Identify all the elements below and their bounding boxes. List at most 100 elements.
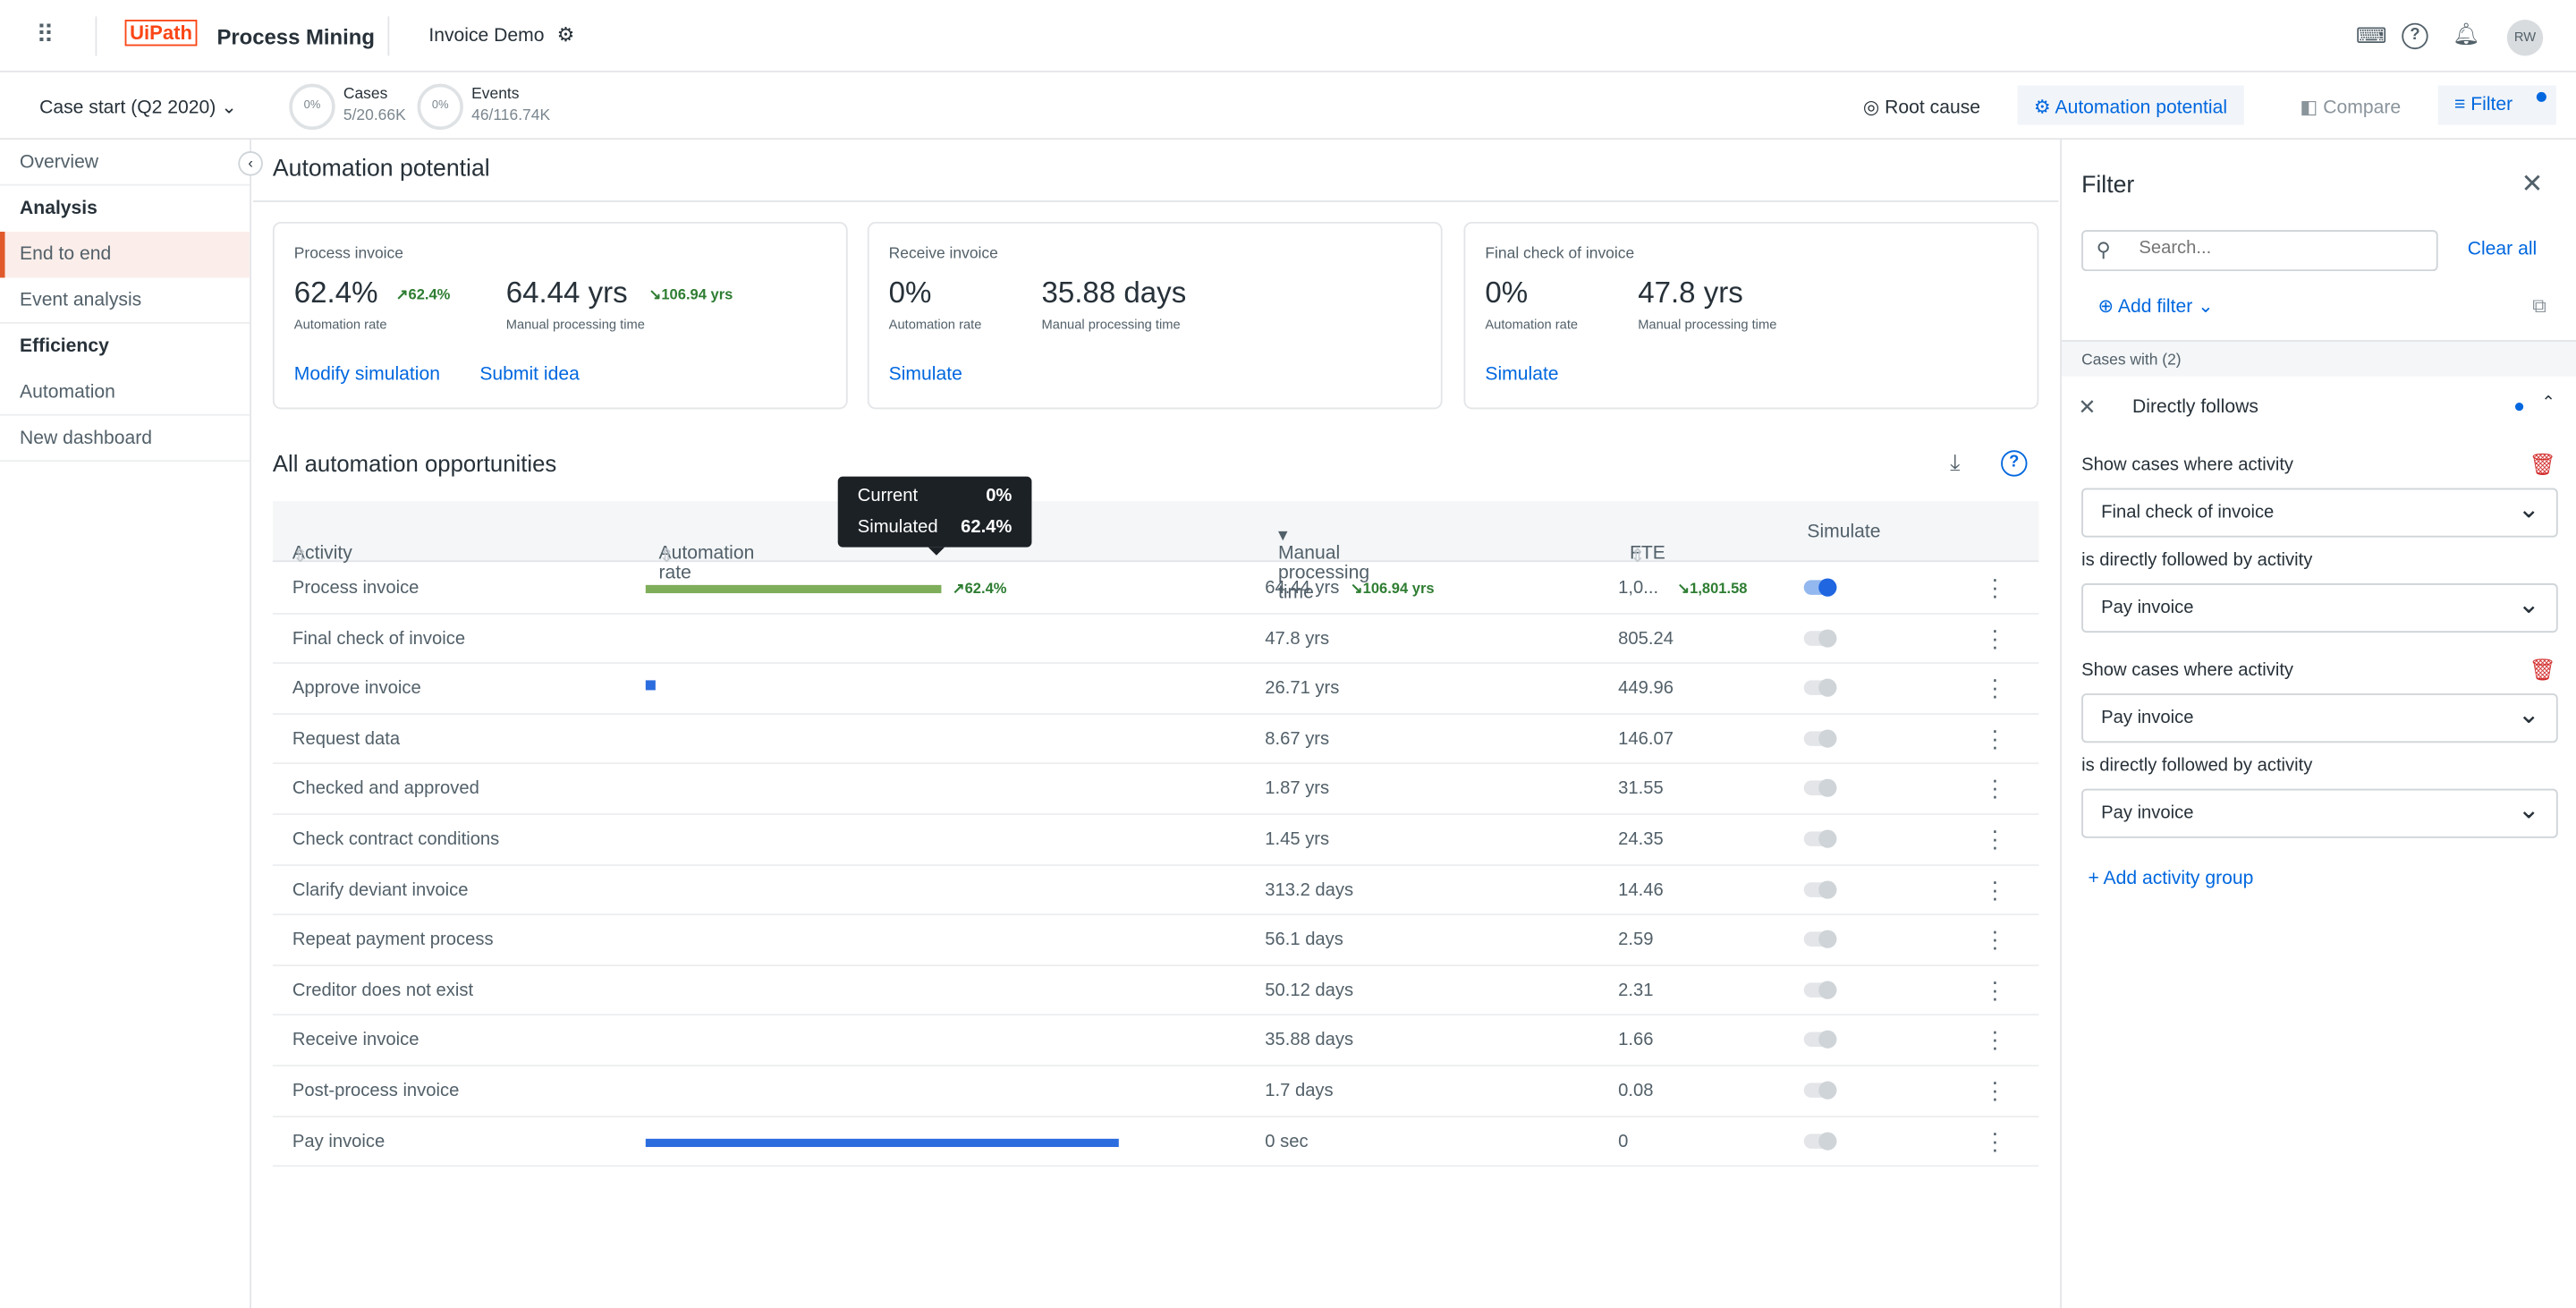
simulate-toggle[interactable] [1803, 678, 1837, 698]
simulate-toggle[interactable] [1803, 578, 1837, 597]
filter-button[interactable]: ≡ Filter [2437, 85, 2556, 125]
more-options-icon[interactable]: · · · [1991, 919, 1999, 958]
table-row[interactable]: Post-process invoice 1.7 days 0.08 · · · [272, 1066, 2039, 1117]
activity-cell: Repeat payment process [292, 930, 494, 950]
fte-cell: 0 [1618, 1131, 1629, 1151]
fte-delta: ↘1,801.58 [1677, 580, 1748, 597]
table-row[interactable]: Process invoice ↗62.4% 64.44 yrs ↘106.94 yr… [272, 564, 2039, 615]
table-row[interactable]: Clarify deviant invoice 313.2 days 14.46 ·… [272, 865, 2039, 916]
manual-time-cell: 313.2 days [1265, 879, 1354, 900]
clear-all-link[interactable]: Clear all [2468, 240, 2537, 259]
collapse-sidebar-button[interactable]: ‹ [238, 150, 263, 176]
simulate-toggle[interactable] [1803, 930, 1837, 949]
remove-filter-icon[interactable]: ✕ [2078, 395, 2096, 420]
close-icon[interactable]: ✕ [2521, 167, 2544, 200]
sidebar-item-end-to-end[interactable]: End to end [0, 231, 250, 278]
sidebar-section-efficiency: Efficiency [20, 336, 109, 357]
table-row[interactable]: Pay invoice 0 sec 0 · · · [272, 1117, 2039, 1168]
avatar[interactable]: RW [2506, 20, 2544, 56]
sidebar-item-automation[interactable]: Automation [0, 369, 250, 416]
manual-time-label: Manual processing time [1041, 317, 1181, 333]
table-row[interactable]: Approve invoice 26.71 yrs 449.96 · · · [272, 664, 2039, 715]
keyboard-icon[interactable]: ⌨ [2356, 23, 2386, 49]
activity-dropdown[interactable]: Final check of invoice [2081, 488, 2558, 538]
card-link[interactable]: Modify simulation [294, 365, 440, 385]
table-row[interactable]: Final check of invoice 47.8 yrs 805.24 · · · [272, 614, 2039, 665]
table-row[interactable]: Check contract conditions 1.45 yrs 24.35 ·… [272, 815, 2039, 866]
gear-icon[interactable]: ⚙ [557, 23, 575, 47]
card-link[interactable]: Simulate [889, 365, 962, 385]
top-bar: ⠿ UiPath Process Mining Invoice Demo ⚙ ⌨… [0, 0, 2576, 72]
more-options-icon[interactable]: · · · [1991, 617, 1999, 657]
simulate-toggle[interactable] [1803, 628, 1837, 647]
more-options-icon[interactable]: · · · [1991, 1070, 1999, 1109]
manual-time-value: 35.88 days [1041, 276, 1187, 310]
fte-cell: 805.24 [1618, 628, 1674, 649]
table-header: Activity ⇕ Automation rate ⇕ Manual proc… [272, 501, 2039, 603]
filter-search-input[interactable] [2139, 238, 2419, 259]
events-label: Events [471, 85, 520, 104]
more-options-icon[interactable]: · · · [1991, 869, 1999, 908]
card-link[interactable]: Submit idea [479, 365, 580, 385]
table-row[interactable]: Request data 8.67 yrs 146.07 · · · [272, 715, 2039, 765]
more-options-icon[interactable]: · · · [1991, 567, 1999, 607]
simulate-toggle[interactable] [1803, 729, 1837, 748]
apps-grid-icon[interactable]: ⠿ [36, 20, 54, 49]
more-options-icon[interactable]: · · · [1991, 819, 1999, 858]
fte-cell: 0.08 [1618, 1081, 1654, 1101]
sidebar-item-new-dashboard[interactable]: New dashboard [0, 416, 250, 463]
card-title: Final check of invoice [1485, 244, 1635, 263]
simulate-toggle[interactable] [1803, 829, 1837, 848]
add-activity-group-button[interactable]: + Add activity group [2088, 870, 2253, 889]
bell-icon[interactable]: 🔔︎ [2453, 21, 2479, 47]
card-link[interactable]: Simulate [1485, 365, 1558, 385]
simulate-toggle[interactable] [1803, 879, 1837, 898]
more-options-icon[interactable]: · · · [1991, 969, 1999, 1008]
more-options-icon[interactable]: · · · [1991, 718, 1999, 757]
sidebar-section-analysis: Analysis [20, 199, 97, 219]
add-filter-button[interactable]: ⊕ Add filter ⌄ [2097, 294, 2213, 317]
sidebar-item-overview[interactable]: Overview [0, 140, 250, 186]
more-options-icon[interactable]: · · · [1991, 1019, 1999, 1058]
sidebar-item-event-analysis[interactable]: Event analysis [0, 277, 250, 324]
help-icon[interactable]: ? [2001, 450, 2028, 477]
column-simulate[interactable]: Simulate [1807, 522, 1880, 542]
help-icon[interactable]: ? [2402, 22, 2428, 50]
more-options-icon[interactable]: · · · [1991, 667, 1999, 707]
table-row[interactable]: Receive invoice 35.88 days 1.66 · · · [272, 1016, 2039, 1066]
simulate-toggle[interactable] [1803, 1031, 1837, 1049]
table-row[interactable]: Checked and approved 1.87 yrs 31.55 · · · [272, 765, 2039, 815]
add-group-icon[interactable]: ⧉ [2532, 294, 2546, 319]
trash-icon[interactable]: 🗑︎ [2529, 452, 2556, 478]
activity-dropdown[interactable]: Pay invoice [2081, 583, 2558, 633]
chevron-up-icon[interactable]: ⌃ [2541, 395, 2555, 412]
simulate-toggle[interactable] [1803, 981, 1837, 999]
table-row[interactable]: Repeat payment process 56.1 days 2.59 · · · [272, 915, 2039, 966]
manual-time-value: 64.44 yrs [505, 276, 628, 310]
activity-dropdown[interactable]: Pay invoice [2081, 788, 2558, 838]
more-options-icon[interactable]: · · · [1991, 1120, 1999, 1159]
trash-icon[interactable]: 🗑︎ [2529, 658, 2556, 684]
compare-button[interactable]: ◧ Compare [2287, 86, 2414, 125]
simulate-toggle[interactable] [1803, 1081, 1837, 1100]
fte-cell: 14.46 [1618, 879, 1664, 900]
card-title: Process invoice [293, 244, 403, 263]
download-icon[interactable]: ⤓ [1950, 448, 1960, 476]
simulate-toggle[interactable] [1803, 779, 1837, 798]
simulate-toggle[interactable] [1803, 1131, 1837, 1150]
automation-potential-button[interactable]: ⚙ Automation potential [2017, 85, 2244, 125]
card-title: Receive invoice [888, 244, 998, 263]
root-cause-button[interactable]: ◎ Root cause [1850, 86, 1994, 125]
table-row[interactable]: Creditor does not exist 50.12 days 2.31 · ·… [272, 966, 2039, 1016]
time-delta: ↘106.94 yrs [1350, 580, 1435, 597]
filter-search[interactable]: ⚲ [2081, 230, 2438, 272]
fte-cell: 1.66 [1618, 1031, 1654, 1051]
activity-dropdown[interactable]: Pay invoice [2081, 693, 2558, 743]
fte-cell: 146.07 [1618, 729, 1674, 750]
more-options-icon[interactable]: · · · [1991, 768, 1999, 807]
date-filter-dropdown[interactable]: Case start (Q2 2020) ⌄ [39, 96, 237, 118]
app-name[interactable]: Invoice Demo [428, 26, 544, 46]
automation-rate-bar [645, 584, 941, 594]
sub-bar: Case start (Q2 2020) ⌄ 0% Cases 5/20.66K… [0, 72, 2576, 140]
column-manual-processing-time[interactable]: Manual processing time ▾ [1278, 522, 1369, 603]
